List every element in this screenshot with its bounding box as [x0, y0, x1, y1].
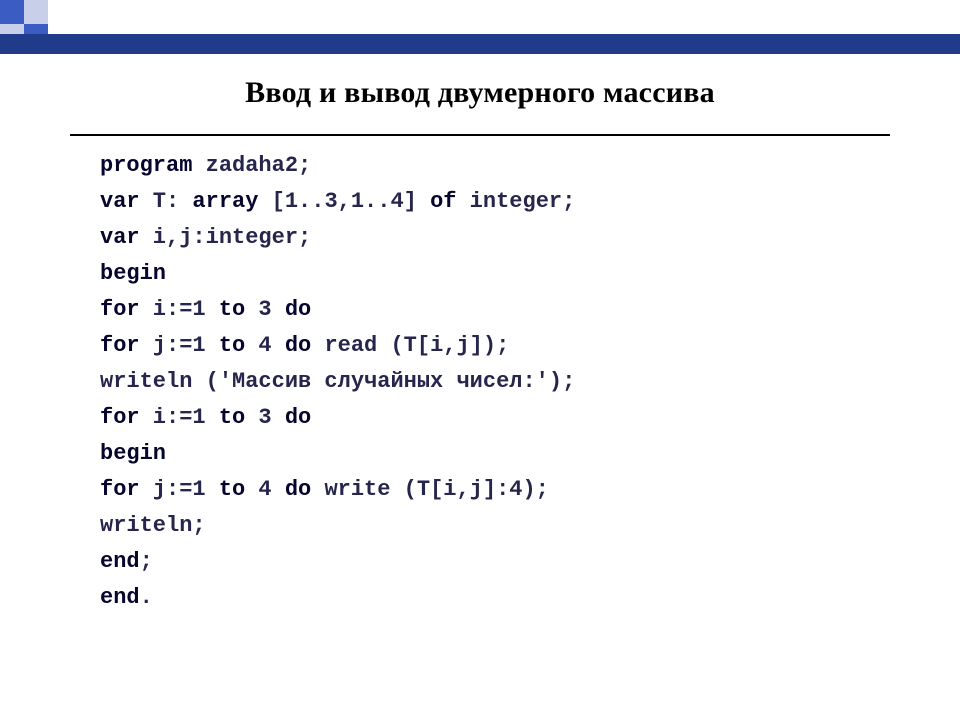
- keyword: of: [430, 189, 456, 214]
- keyword: var: [100, 225, 140, 250]
- code-line: for i:=1 to 3 do: [100, 292, 890, 328]
- keyword: array: [192, 189, 258, 214]
- code-line: writeln ('Массив случайных чисел:');: [100, 364, 890, 400]
- code-text: 4: [245, 333, 285, 358]
- deco-square: [0, 0, 24, 24]
- header-decoration: [0, 0, 960, 54]
- keyword: end: [100, 585, 140, 610]
- code-text: ;: [140, 549, 153, 574]
- title-underline: [70, 134, 890, 136]
- code-text: j:=1: [140, 333, 219, 358]
- code-text: write (T[i,j]:4);: [311, 477, 549, 502]
- code-block: program zadaha2;var T: array [1..3,1..4]…: [100, 148, 890, 616]
- code-text: i:=1: [140, 405, 219, 430]
- code-line: program zadaha2;: [100, 148, 890, 184]
- slide-title: Ввод и вывод двумерного массива: [0, 76, 960, 110]
- code-text: 4: [245, 477, 285, 502]
- code-line: end.: [100, 580, 890, 616]
- code-line: begin: [100, 436, 890, 472]
- keyword: do: [285, 333, 311, 358]
- keyword: to: [219, 297, 245, 322]
- code-text: writeln;: [100, 513, 206, 538]
- keyword: var: [100, 189, 140, 214]
- keyword: do: [285, 297, 311, 322]
- deco-square: [24, 0, 48, 24]
- code-text: integer;: [456, 189, 575, 214]
- header-stripe: [0, 34, 960, 54]
- keyword: do: [285, 477, 311, 502]
- code-text: read (T[i,j]);: [311, 333, 509, 358]
- code-line: for j:=1 to 4 do write (T[i,j]:4);: [100, 472, 890, 508]
- keyword: for: [100, 477, 140, 502]
- code-text: j:=1: [140, 477, 219, 502]
- code-text: 3: [245, 297, 285, 322]
- code-text: 3: [245, 405, 285, 430]
- code-line: var T: array [1..3,1..4] of integer;: [100, 184, 890, 220]
- keyword: to: [219, 477, 245, 502]
- code-line: begin: [100, 256, 890, 292]
- keyword: begin: [100, 441, 166, 466]
- code-line: writeln;: [100, 508, 890, 544]
- keyword: for: [100, 297, 140, 322]
- keyword: for: [100, 405, 140, 430]
- code-line: var i,j:integer;: [100, 220, 890, 256]
- keyword: to: [219, 405, 245, 430]
- keyword: do: [285, 405, 311, 430]
- keyword: begin: [100, 261, 166, 286]
- keyword: program: [100, 153, 192, 178]
- code-line: for i:=1 to 3 do: [100, 400, 890, 436]
- keyword: for: [100, 333, 140, 358]
- code-text: i,j:integer;: [140, 225, 312, 250]
- keyword: end: [100, 549, 140, 574]
- code-text: [1..3,1..4]: [258, 189, 430, 214]
- code-line: for j:=1 to 4 do read (T[i,j]);: [100, 328, 890, 364]
- code-text: .: [140, 585, 153, 610]
- code-text: i:=1: [140, 297, 219, 322]
- keyword: to: [219, 333, 245, 358]
- code-text: writeln ('Массив случайных чисел:');: [100, 369, 575, 394]
- code-text: T:: [140, 189, 193, 214]
- code-line: end;: [100, 544, 890, 580]
- code-text: zadaha2;: [192, 153, 311, 178]
